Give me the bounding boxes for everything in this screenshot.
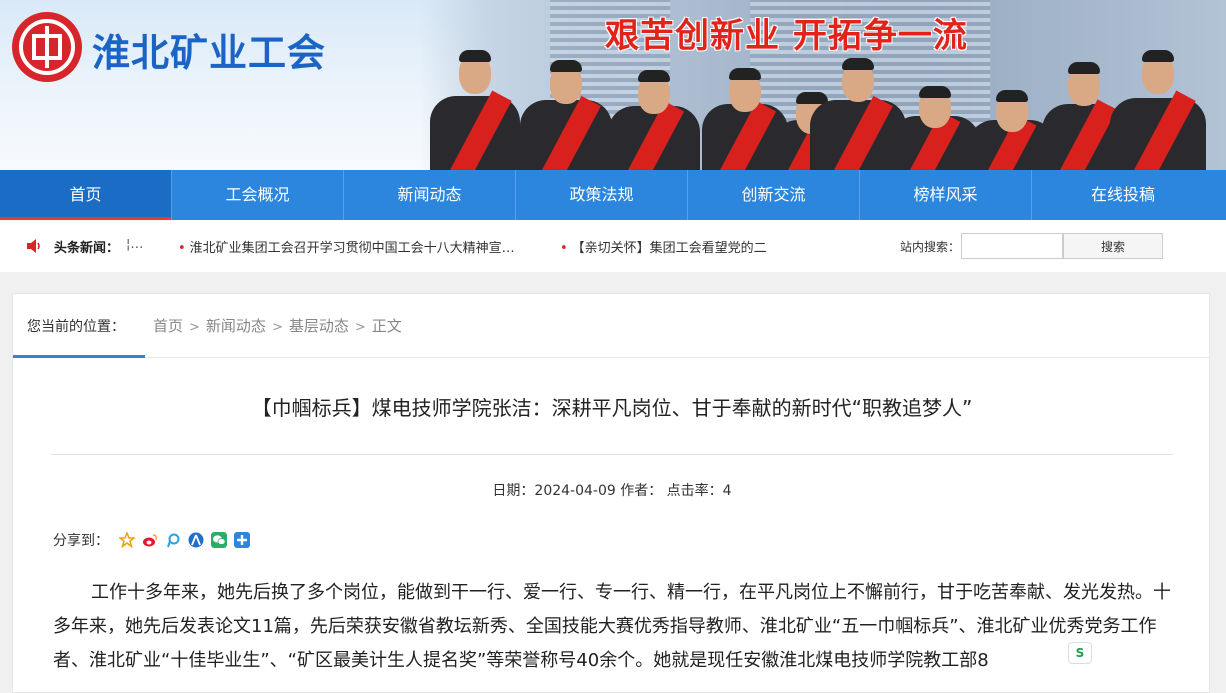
renren-icon[interactable] [188, 532, 204, 548]
share-bar: 分享到： [53, 530, 250, 550]
breadcrumb-separator: > [189, 320, 200, 335]
nav-item-submit[interactable]: 在线投稿 [1032, 170, 1214, 220]
breadcrumb-separator: > [271, 320, 283, 335]
ticker-item-text[interactable]: 淮北矿业集团工会召开学习贯彻中国工会十八大精神宣… [190, 241, 515, 256]
ticker-item-text[interactable]: 【亲切关怀】集团工会看望党的二 [572, 241, 767, 256]
header-slogan: 艰苦创新业 开拓争一流 [605, 16, 968, 56]
article-title: 【巾帼标兵】煤电技师学院张洁：深耕平凡岗位、甘于奉献的新时代“职教追梦人” [251, 396, 973, 420]
nav-item-innovation[interactable]: 创新交流 [688, 170, 860, 220]
main-nav: 首页 工会概况 新闻动态 政策法规 创新交流 榜样风采 在线投稿 [0, 170, 1226, 220]
breadcrumb-underline [13, 355, 145, 358]
article-body: 工作十多年来，她先后换了多个岗位，能做到干一行、爱一行、专一行、精一行，在平凡岗… [53, 582, 1171, 671]
article-card: 您当前的位置： 首页 > 新闻动态 > 基层动态 > 正文 【巾帼标兵】煤电技师学院张洁：深… [12, 293, 1210, 693]
more-share-icon[interactable] [234, 532, 250, 548]
wechat-icon[interactable] [211, 532, 227, 548]
bullet-icon: • [178, 241, 186, 256]
share-label: 分享到： [53, 533, 109, 549]
breadcrumb-local-news[interactable]: 基层动态 [289, 317, 349, 335]
breadcrumb-label: 您当前的位置： [27, 319, 125, 335]
site-header: 淮北矿业工会 艰苦创新业 开拓争一流 [0, 0, 1226, 170]
tencent-weibo-icon[interactable] [165, 532, 181, 548]
ticker-item[interactable]: • 淮北矿业集团工会召开学习贯彻中国工会十八大精神宣… [178, 237, 538, 256]
breadcrumb-separator: > [354, 320, 366, 335]
site-name[interactable]: 淮北矿业工会 [92, 22, 326, 77]
ticker-item[interactable]: • 【亲切关怀】集团工会看望党的二 [560, 237, 780, 256]
nav-item-role-models[interactable]: 榜样风采 [860, 170, 1032, 220]
speaker-icon [27, 239, 40, 253]
nav-item-policy[interactable]: 政策法规 [516, 170, 688, 220]
breadcrumb-news[interactable]: 新闻动态 [206, 317, 266, 335]
search-button[interactable]: 搜索 [1063, 233, 1163, 259]
breadcrumb: 您当前的位置： 首页 > 新闻动态 > 基层动态 > 正文 [13, 294, 1209, 358]
nav-item-about[interactable]: 工会概况 [172, 170, 344, 220]
breadcrumb-current: 正文 [371, 317, 402, 335]
nav-item-news[interactable]: 新闻动态 [344, 170, 516, 220]
ticker-ellipsis: ¦… [126, 237, 144, 252]
title-divider [51, 454, 1173, 455]
ticker-label: 头条新闻： [54, 241, 120, 256]
site-search-input[interactable] [961, 233, 1063, 259]
weibo-icon[interactable] [142, 532, 158, 548]
headline-ticker: 头条新闻： ¦… • 淮北矿业集团工会召开学习贯彻中国工会十八大精神宣… • 【亲切… [0, 220, 1226, 272]
floating-widget-icon[interactable]: S [1068, 642, 1092, 664]
union-logo-icon[interactable] [12, 12, 82, 82]
article-meta: 日期：2024-04-09 作者： 点击率：4 [492, 483, 732, 499]
nav-item-home[interactable]: 首页 [0, 170, 172, 220]
breadcrumb-home[interactable]: 首页 [153, 317, 183, 335]
bullet-icon: • [560, 241, 568, 256]
qzone-icon[interactable] [119, 532, 135, 548]
site-search-label: 站内搜索： [900, 240, 961, 254]
